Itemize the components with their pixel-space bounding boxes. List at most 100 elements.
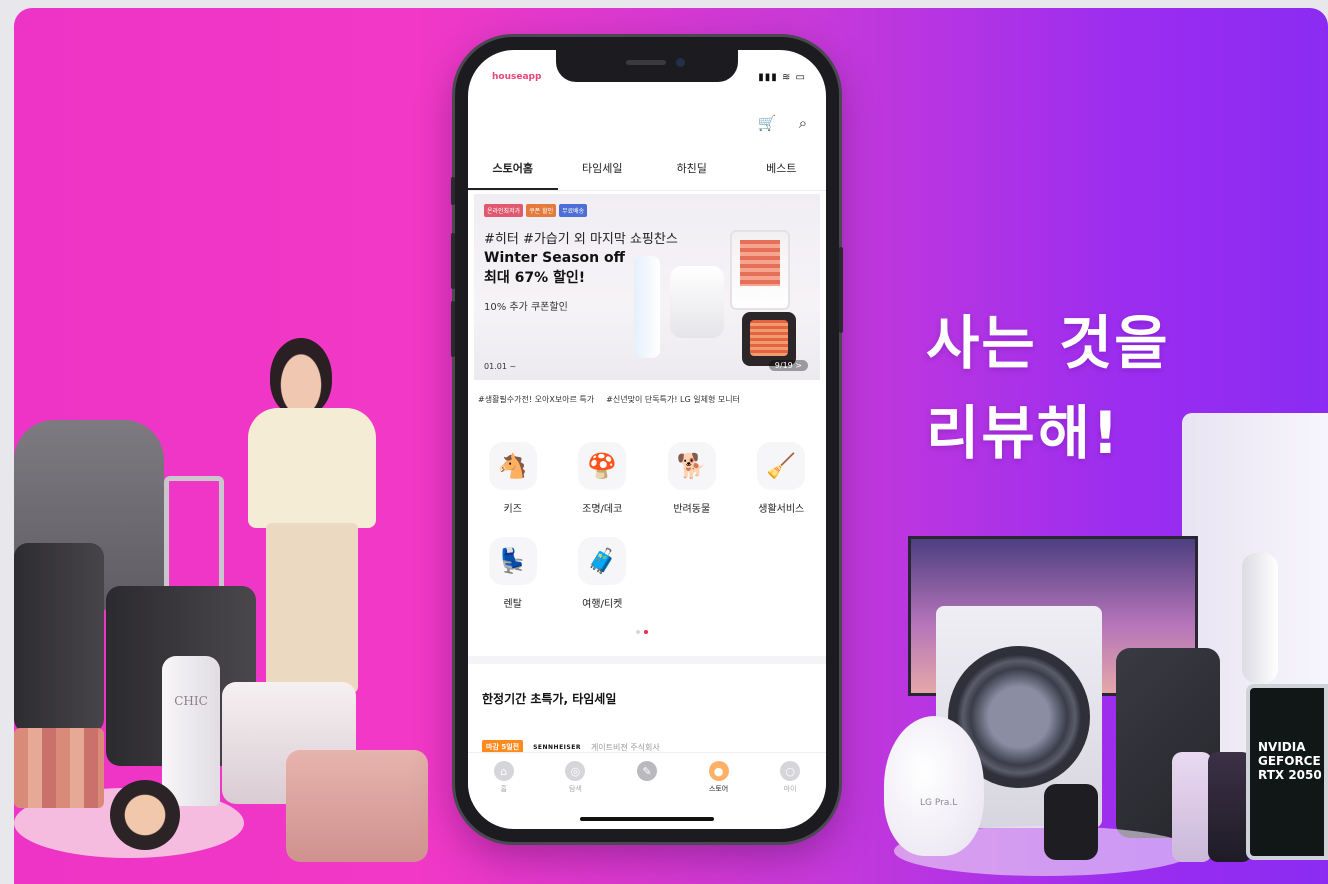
hairdryer-label: LG Pra.L [920,798,958,808]
rocking-horse-icon: 🐴 [488,442,537,490]
hashtag-row: #생활필수가전! 오아X보아르 특가 #신년맞이 단독특가! LG 일체형 모니… [478,394,740,405]
nav-store[interactable]: ● 스토어 [683,753,755,802]
category-pets[interactable]: 🐕 반려동물 [647,442,737,515]
model-head-image [270,338,332,416]
hair-dryer-image: LG Pra.L [884,716,984,856]
tag-coupon: 쿠폰 할인 [526,204,557,217]
promo-banner[interactable]: 온라인최저가 쿠폰 할인 무료배송 #히터 #가습기 외 마지막 쇼핑찬스 Wi… [474,194,820,380]
model-body-image [248,408,376,528]
smartwatch-image [1044,784,1098,860]
headline-line-2: 리뷰해! [926,399,1121,467]
nav-explore[interactable]: ◎ 탐색 [540,753,612,802]
seller-name: 게이트비젼 주식회사 [590,742,660,752]
header-actions: 🛒 ⌕ [756,112,814,134]
category-label: 반려동물 [673,504,711,515]
phone-power-button [839,247,843,333]
tab-hachin-deal[interactable]: 하친딜 [647,150,737,190]
store-icon: ● [708,761,729,781]
tab-best[interactable]: 베스트 [737,150,827,190]
laptop-sticker-line3: RTX 2050 [1258,768,1322,782]
category-label: 여행/티켓 [582,599,623,610]
tag-free-shipping: 무료배송 [559,204,588,217]
category-page-dots [636,630,648,634]
hashtag-link[interactable]: #생활필수가전! 오아X보아르 특가 [478,394,594,405]
phone-mute-switch [451,177,455,205]
black-suitcase-image [14,543,104,733]
phone-notch [556,50,738,82]
pink-vanity-case-image [286,750,428,862]
headline-line-1: 사는 것을 [926,309,1170,377]
category-grid: 🐴 키즈 🍄 조명/데코 🐕 반려동물 🧹 생활서비스 💺 렌탈 🧳 여행/티켓 [468,442,826,610]
banner-hash-line: #히터 #가습기 외 마지막 쇼핑찬스 [484,232,678,247]
category-label: 조명/데코 [582,504,623,515]
eyeshadow-palette-image [14,728,104,808]
category-label: 생활서비스 [758,504,805,515]
cosmetic-bottle-image: CHIC [162,656,220,806]
speaker-grille [626,60,666,65]
promo-headline: 사는 것을 리뷰해! [926,298,1170,478]
phone-volume-up [451,233,455,289]
luggage-icon: 🧳 [578,537,627,585]
category-life-service[interactable]: 🧹 생활서비스 [737,442,827,515]
tab-store-home[interactable]: 스토어홈 [468,150,558,190]
banner-subtitle: 10% 추가 쿠폰할인 [484,302,568,313]
category-kids[interactable]: 🐴 키즈 [468,442,558,515]
dog-icon: 🐕 [667,442,716,490]
search-icon[interactable]: ⌕ [792,112,814,134]
nav-my[interactable]: ○ 마이 [754,753,826,802]
compass-icon: ◎ [565,761,586,781]
page-dot-active[interactable] [644,630,648,634]
category-label: 렌탈 [503,599,522,610]
laptop-sticker: NVIDIA GEFORCE RTX 2050 [1258,740,1322,782]
profile-icon: ○ [780,761,801,781]
category-label: 키즈 [503,504,522,515]
nav-label: 마이 [783,785,797,793]
banner-title: Winter Season off 최대 67% 할인! [484,248,625,288]
nav-label: 탐색 [568,785,582,793]
lamp-icon: 🍄 [578,442,627,490]
pen-icon: ✎ [636,761,657,781]
nav-write[interactable]: ✎ [611,753,683,802]
tab-time-sale[interactable]: 타임세일 [558,150,648,190]
stick-vacuum-image [1242,553,1278,683]
nav-home[interactable]: ⌂ 홈 [468,753,540,802]
cart-icon[interactable]: 🛒 [756,112,778,134]
page-dot[interactable] [636,630,640,634]
banner-page-counter[interactable]: 9/19 > [768,360,808,371]
category-travel-ticket[interactable]: 🧳 여행/티켓 [558,537,648,610]
cleaning-brush-icon: 🧹 [757,442,806,490]
tag-lowest-price: 온라인최저가 [484,204,524,217]
bottle-label: CHIC [174,694,208,708]
nav-label: 홈 [500,785,508,793]
home-icon: ⌂ [493,761,514,781]
hashtag-link[interactable]: #신년맞이 단독특가! LG 일체형 모니터 [606,394,740,405]
banner-title-line2: 최대 67% 할인! [484,270,586,286]
cushion-compact-image [110,780,180,850]
massage-chair-icon: 💺 [488,537,537,585]
phone-volume-down [451,301,455,357]
status-bar-icons: ▮▮▮ ≋ ▭ [758,72,806,83]
humidifier-image [670,266,724,338]
app-logo: houseapp [492,72,542,82]
heater-image [730,230,790,310]
phone-mockup: houseapp ▮▮▮ ≋ ▭ 🛒 ⌕ 스토어홈 타임세일 하친딜 베스트 온… [451,37,843,842]
front-camera [676,58,685,67]
banner-tags: 온라인최저가 쿠폰 할인 무료배송 [484,204,588,217]
suitcase-handle-image [164,476,224,588]
category-rental[interactable]: 💺 렌탈 [468,537,558,610]
smartphone-pink-image [1172,752,1212,862]
section-divider [468,656,826,664]
phone-screen: houseapp ▮▮▮ ≋ ▭ 🛒 ⌕ 스토어홈 타임세일 하친딜 베스트 온… [468,50,826,829]
bottom-navigation: ⌂ 홈 ◎ 탐색 ✎ ● 스토어 ○ 마이 [468,752,826,802]
store-tabs: 스토어홈 타임세일 하친딜 베스트 [468,150,826,191]
home-indicator [580,817,714,821]
mini-heater-image [742,312,796,366]
brand-logo: SENNHEISER [533,743,581,751]
category-lighting-deco[interactable]: 🍄 조명/데코 [558,442,648,515]
banner-date: 01.01 ~ [484,362,517,371]
model-legs-image [266,523,358,693]
nav-label: 스토어 [708,785,729,793]
banner-title-line1: Winter Season off [484,250,625,266]
time-sale-section-title: 한정기간 초특가, 타임세일 [482,692,617,706]
laptop-sticker-line1: NVIDIA [1258,740,1306,754]
